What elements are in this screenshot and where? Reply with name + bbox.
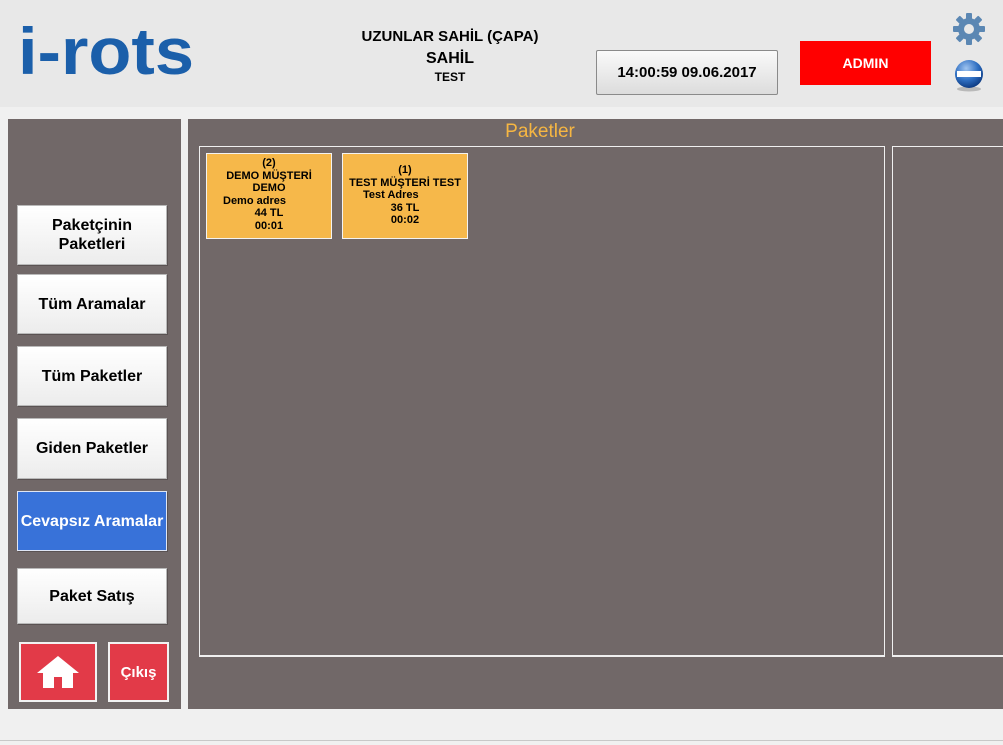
sidebar-item-courier-packages[interactable]: Paketçinin Paketleri (17, 205, 167, 265)
detail-panel (892, 146, 1003, 657)
package-name: DEMO (252, 182, 286, 194)
header-bar: i-rots UZUNLAR SAHİL (ÇAPA) SAHİL TEST 1… (0, 0, 1003, 107)
package-count: (2) (262, 157, 276, 169)
svg-text:i-rots: i-rots (18, 18, 194, 80)
packages-view: Paketler (2) DEMO MÜŞTERİ DEMO Demo adre… (188, 119, 1003, 709)
terminal-name: TEST (434, 70, 466, 84)
packages-panel: (2) DEMO MÜŞTERİ DEMO Demo adres 44 TL 0… (199, 146, 885, 657)
exit-button[interactable]: Çıkış (108, 642, 169, 702)
package-count: (1) (398, 164, 412, 176)
package-address: Test Adres (363, 189, 419, 201)
package-card[interactable]: (2) DEMO MÜŞTERİ DEMO Demo adres 44 TL 0… (206, 153, 332, 239)
home-button[interactable] (19, 642, 97, 702)
status-bar (0, 740, 1003, 745)
package-time: 00:01 (254, 219, 284, 232)
branch-name: SAHİL (426, 50, 474, 67)
package-time: 00:02 (390, 214, 420, 226)
package-amount: 44 TL (254, 207, 284, 219)
package-address: Demo adres (223, 194, 286, 207)
package-amount: 36 TL (390, 201, 420, 214)
home-icon (37, 656, 79, 688)
sidebar-item-all-calls[interactable]: Tüm Aramalar (17, 274, 167, 334)
minimize-icon[interactable] (953, 58, 985, 92)
gear-icon[interactable] (952, 12, 986, 46)
sidebar-item-package-sale[interactable]: Paket Satış (17, 568, 167, 624)
sidebar-item-outgoing-packages[interactable]: Giden Paketler (17, 418, 167, 479)
admin-button[interactable]: ADMIN (800, 41, 931, 85)
package-customer: DEMO MÜŞTERİ (226, 169, 312, 182)
clock-display: 14:00:59 09.06.2017 (596, 50, 778, 95)
venue-name: UZUNLAR SAHİL (ÇAPA) (361, 28, 539, 45)
irots-logo: i-rots (18, 18, 194, 80)
sidebar-item-missed-calls[interactable]: Cevapsız Aramalar (17, 491, 167, 551)
package-customer: TEST MÜŞTERİ TEST (349, 176, 461, 189)
package-card[interactable]: (1) TEST MÜŞTERİ TEST Test Adres 36 TL 0… (342, 153, 468, 239)
sidebar-item-all-packages[interactable]: Tüm Paketler (17, 346, 167, 406)
venue-info: UZUNLAR SAHİL (ÇAPA) SAHİL TEST (330, 28, 570, 84)
sidebar: Paketçinin Paketleri Tüm Aramalar Tüm Pa… (8, 119, 181, 709)
page-title: Paketler (505, 121, 575, 142)
